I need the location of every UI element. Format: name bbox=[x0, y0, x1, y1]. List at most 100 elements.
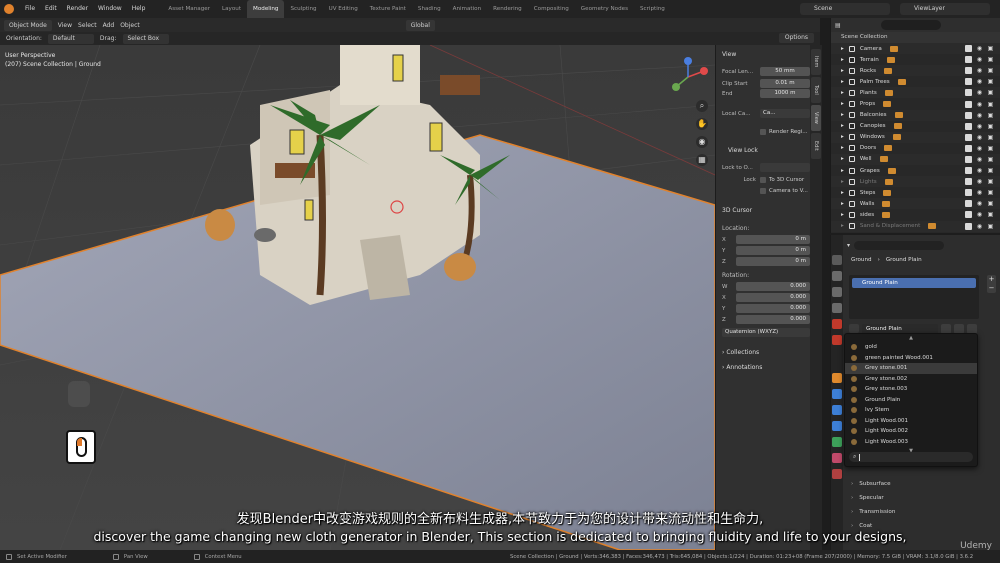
pan-hand-icon[interactable]: ✋ bbox=[696, 118, 708, 130]
menu-object[interactable]: Object bbox=[120, 22, 140, 29]
navigation-gizmo[interactable] bbox=[668, 57, 708, 97]
outliner-row[interactable]: ▸ Terrain ◉ ▣ bbox=[831, 54, 1000, 65]
eye-icon[interactable]: ◉ bbox=[976, 78, 983, 85]
expand-arrow-icon[interactable]: ▸ bbox=[841, 223, 844, 229]
exclude-checkbox[interactable] bbox=[965, 78, 972, 86]
exclude-checkbox[interactable] bbox=[965, 178, 972, 186]
exclude-checkbox[interactable] bbox=[965, 122, 972, 130]
camera-icon[interactable]: ▣ bbox=[987, 112, 994, 119]
camera-icon[interactable]: ▣ bbox=[987, 178, 994, 185]
eye-icon[interactable]: ◉ bbox=[976, 89, 983, 96]
loc-z-field[interactable]: 0 m bbox=[736, 257, 810, 266]
material-list-item[interactable]: Light Wood.002 bbox=[845, 426, 977, 437]
outliner-search-input[interactable] bbox=[880, 20, 941, 30]
tab-item[interactable]: Item bbox=[811, 49, 821, 75]
transform-orientation-dropdown[interactable]: Global bbox=[405, 19, 435, 31]
expand-arrow-icon[interactable]: ▸ bbox=[841, 112, 844, 118]
tab-rendering[interactable]: Rendering bbox=[487, 0, 528, 18]
camera-icon[interactable]: ▣ bbox=[987, 123, 994, 130]
world-tab-icon[interactable] bbox=[832, 335, 842, 345]
object-mode-dropdown[interactable]: Object Mode bbox=[4, 19, 52, 31]
material-list-item[interactable]: Grey stone.003 bbox=[845, 384, 977, 395]
camera-icon[interactable]: ▣ bbox=[987, 145, 994, 152]
exclude-checkbox[interactable] bbox=[965, 100, 972, 108]
material-list-item[interactable]: Light Wood.001 bbox=[845, 416, 977, 427]
tab-tool[interactable]: Tool bbox=[811, 77, 821, 103]
exclude-checkbox[interactable] bbox=[965, 155, 972, 163]
particles-tab-icon[interactable] bbox=[832, 405, 842, 415]
exclude-checkbox[interactable] bbox=[965, 89, 972, 97]
menu-edit[interactable]: Edit bbox=[40, 0, 62, 18]
duplicate-material-icon[interactable] bbox=[954, 323, 964, 334]
expand-arrow-icon[interactable]: ▸ bbox=[841, 190, 844, 196]
view-layer-tab-icon[interactable] bbox=[832, 303, 842, 313]
camera-icon[interactable]: ▣ bbox=[987, 211, 994, 218]
camera-icon[interactable]: ▣ bbox=[987, 200, 994, 207]
fake-user-icon[interactable] bbox=[941, 323, 951, 334]
tab-shading[interactable]: Shading bbox=[412, 0, 447, 18]
orientation-dropdown[interactable]: Default bbox=[47, 33, 94, 44]
tab-uv-editing[interactable]: UV Editing bbox=[323, 0, 364, 18]
material-list-item[interactable]: Ground Plain bbox=[845, 395, 977, 406]
expand-arrow-icon[interactable]: ▸ bbox=[841, 79, 844, 85]
exclude-checkbox[interactable] bbox=[965, 189, 972, 197]
expand-arrow-icon[interactable]: ▸ bbox=[841, 101, 844, 107]
scene-tab-icon[interactable] bbox=[832, 319, 842, 329]
render-tab-icon[interactable] bbox=[832, 271, 842, 281]
menu-window[interactable]: Window bbox=[93, 0, 127, 18]
tab-sculpting[interactable]: Sculpting bbox=[284, 0, 322, 18]
tool-tab-icon[interactable] bbox=[832, 255, 842, 265]
rot-z-field[interactable]: 0.000 bbox=[736, 315, 810, 324]
expand-arrow-icon[interactable]: ▸ bbox=[841, 90, 844, 96]
outliner-row[interactable]: ▸ Camera ◉ ▣ bbox=[831, 43, 1000, 55]
expand-arrow-icon[interactable]: ▸ bbox=[841, 46, 844, 52]
local-camera-field[interactable]: Ca... bbox=[760, 109, 810, 118]
expand-arrow-icon[interactable]: ▸ bbox=[841, 123, 844, 129]
outliner-row[interactable]: ▸ Walls ◉ ▣ bbox=[831, 198, 1000, 210]
outliner-row[interactable]: ▸ Steps ◉ ▣ bbox=[831, 187, 1000, 198]
3d-viewport[interactable]: User Perspective (207) Scene Collection … bbox=[0, 45, 715, 550]
outliner-row[interactable]: ▸ Props ◉ ▣ bbox=[831, 98, 1000, 109]
rotation-mode-dropdown[interactable]: Quaternion (WXYZ) bbox=[722, 328, 810, 337]
material-list-item[interactable]: Light Wood.003 bbox=[845, 437, 977, 448]
eye-icon[interactable]: ◉ bbox=[976, 145, 983, 152]
camera-icon[interactable]: ▣ bbox=[987, 67, 994, 74]
expand-arrow-icon[interactable]: ▸ bbox=[841, 57, 844, 63]
expand-arrow-icon[interactable]: ▸ bbox=[841, 145, 844, 151]
drag-dropdown[interactable]: Select Box bbox=[122, 33, 169, 44]
outliner-row[interactable]: ▸ Plants ◉ ▣ bbox=[831, 87, 1000, 99]
expand-arrow-icon[interactable]: ▸ bbox=[841, 212, 844, 218]
tab-compositing[interactable]: Compositing bbox=[528, 0, 575, 18]
zoom-icon[interactable]: ⌕ bbox=[696, 100, 708, 112]
camera-icon[interactable]: ▣ bbox=[987, 45, 994, 52]
menu-select[interactable]: Select bbox=[78, 22, 97, 29]
camera-icon[interactable]: ▣ bbox=[987, 101, 994, 108]
eye-icon[interactable]: ◉ bbox=[976, 45, 983, 52]
eye-icon[interactable]: ◉ bbox=[976, 101, 983, 108]
section-specular[interactable]: › Specular bbox=[851, 491, 895, 505]
exclude-checkbox[interactable] bbox=[965, 56, 972, 64]
collections-header[interactable]: › Collections bbox=[722, 349, 759, 356]
lock-object-field[interactable] bbox=[760, 163, 810, 172]
rot-y-field[interactable]: 0.000 bbox=[736, 304, 810, 313]
scene-selector[interactable]: Scene bbox=[800, 3, 890, 15]
camera-icon[interactable]: ▣ bbox=[987, 56, 994, 63]
3d-cursor-header[interactable]: 3D Cursor bbox=[722, 207, 752, 214]
outliner-row[interactable]: ▸ Well ◉ ▣ bbox=[831, 153, 1000, 166]
exclude-checkbox[interactable] bbox=[965, 211, 972, 219]
menu-render[interactable]: Render bbox=[62, 0, 93, 18]
camera-icon[interactable]: ▣ bbox=[987, 189, 994, 196]
material-slot-item[interactable]: Ground Plain bbox=[852, 278, 976, 288]
data-tab-icon[interactable] bbox=[832, 437, 842, 447]
camera-icon[interactable]: ▣ bbox=[987, 223, 994, 230]
eye-icon[interactable]: ◉ bbox=[976, 112, 983, 119]
exclude-checkbox[interactable] bbox=[965, 67, 972, 75]
outliner-row[interactable]: ▸ Rocks ◉ ▣ bbox=[831, 65, 1000, 77]
outliner-row[interactable]: ▸ Palm Trees ◉ ▣ bbox=[831, 76, 1000, 87]
outliner-row[interactable]: ▸ Balconies ◉ ▣ bbox=[831, 109, 1000, 121]
exclude-checkbox[interactable] bbox=[965, 167, 972, 175]
scroll-up-icon[interactable]: ▲ bbox=[845, 334, 977, 342]
scene-collection-root[interactable]: Scene Collection bbox=[831, 32, 1000, 43]
eye-icon[interactable]: ◉ bbox=[976, 200, 983, 207]
material-list-item[interactable]: Ivy Stem bbox=[845, 405, 977, 416]
